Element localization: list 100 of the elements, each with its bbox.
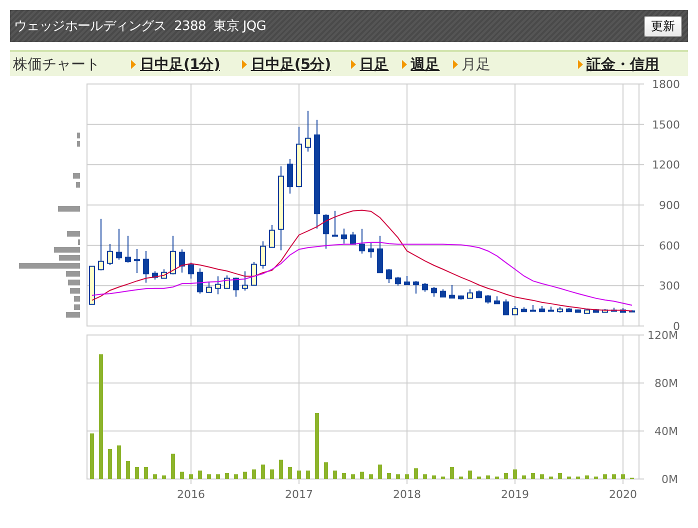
axis-label: 2020 [609,488,637,501]
chart-tab[interactable]: 月足 [452,54,491,74]
volume-bar [315,413,319,479]
volume-bar [180,472,184,479]
candlestick [332,210,338,237]
volume-bar [297,470,301,479]
axis-label: 1500 [652,118,680,132]
candlestick [305,110,311,152]
chart-tab[interactable]: 証金・信用 [578,54,660,74]
candlestick [188,262,194,280]
candlestick [377,235,383,274]
axis-label: 300 [659,280,680,293]
volume-bar [477,476,481,479]
volume-bar [567,476,571,479]
arrow-icon [578,60,583,68]
candlestick [503,298,509,316]
volume-bar [513,469,517,479]
candlestick [521,306,527,312]
volume-bar [270,469,274,479]
candlestick [530,304,536,312]
axis-label: 1200 [652,158,680,172]
candlestick [296,126,302,188]
volume-bar [360,472,364,479]
volume-bar [171,454,175,479]
candlestick [368,242,374,258]
arrow-icon [402,60,407,68]
volume-bar [90,433,94,479]
volume-bar [540,474,544,479]
volume-bar [495,476,499,479]
volume-bar [144,467,148,479]
volume-bar [531,473,535,479]
axis-label: 2017 [285,488,313,501]
candlestick [449,284,455,299]
volume-bar [117,445,121,479]
candlestick [548,306,554,312]
nav-label: 株価チャート [13,56,101,74]
chart-tab[interactable]: 日中足(1分) [131,54,220,74]
arrow-icon [242,60,247,68]
axis-label: 2018 [393,488,421,501]
candlestick [629,310,635,312]
candlestick [476,290,482,298]
volume-bar [243,472,247,479]
candlestick [89,266,95,305]
candlestick [197,268,203,294]
volume-bar [342,473,346,479]
volume-bar [216,474,220,479]
volume-bar [306,470,310,479]
candlestick [206,281,212,293]
candlestick [350,231,356,245]
volume-bar [558,473,562,479]
chart-tab[interactable]: 週足 [402,54,440,74]
axis-label: 0 [673,320,680,330]
volume-bar [468,470,472,479]
candlestick [215,276,221,295]
candlestick [125,235,131,264]
volume-bar [378,464,382,479]
chart-tab[interactable]: 日中足(5分) [242,54,331,74]
volume-bar [153,474,157,479]
volume-bar [432,475,436,479]
arrow-icon [131,60,136,68]
axis-label: 900 [659,199,680,212]
volume-bar [126,461,130,479]
volume-bar [324,462,328,479]
chart-tab[interactable]: 日足 [350,54,389,74]
candlestick [386,268,392,284]
axis-label: 2019 [501,488,529,501]
candlestick [602,308,608,313]
volume-bar [576,476,580,479]
volume-bar [261,464,265,479]
volume-bar [612,474,616,479]
candlestick [431,286,437,298]
candlestick [107,244,113,266]
volume-bar [333,470,337,479]
volume-bar [252,469,256,479]
candlestick [224,274,230,289]
volume-bar [396,474,400,479]
candlestick [134,248,140,274]
axis-label: 80M [654,377,678,390]
candlestick [557,306,563,314]
candlestick [593,308,599,314]
volume-bar [441,476,445,479]
volume-bar [504,473,508,479]
candlestick [116,228,122,260]
candlestick [485,294,491,304]
volume-bar [189,474,193,479]
candlestick [566,307,572,313]
volume-bar [108,449,112,479]
candlestick [611,307,617,312]
axis-label: 600 [659,239,680,252]
volume-bar [594,476,598,479]
candlestick [260,240,266,270]
axis-label: 120M [648,330,678,342]
volume-bar [279,460,283,479]
candlestick [161,268,167,279]
refresh-button[interactable]: 更新 [644,16,682,36]
candlestick [467,288,473,299]
volume-bar [585,475,589,479]
candlestick [404,275,410,286]
volume-bar [369,474,373,479]
volume-bar [603,474,607,479]
